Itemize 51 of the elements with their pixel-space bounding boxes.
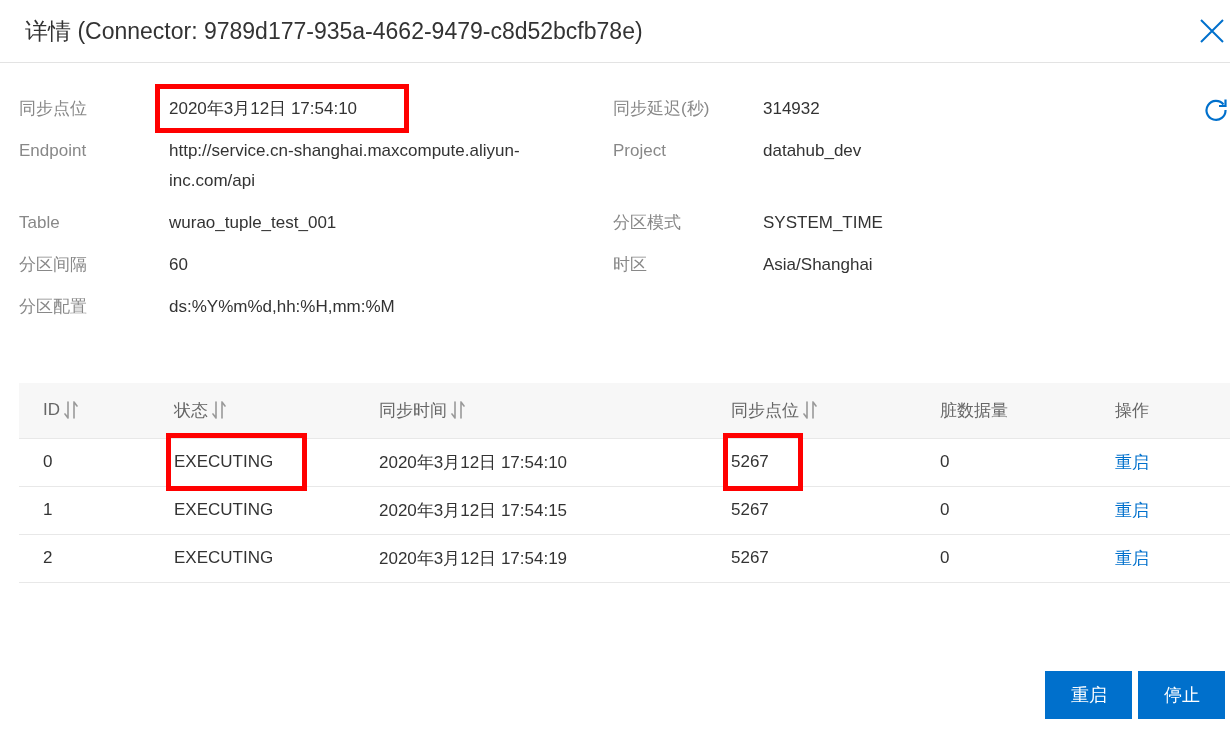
table-cell: 2: [43, 548, 53, 567]
field-value: 314932: [763, 99, 820, 118]
field-value: Asia/Shanghai: [763, 255, 873, 274]
field-label: Project: [613, 140, 667, 162]
field-value: wurao_tuple_test_001: [169, 213, 337, 232]
table-cell: 5267: [731, 548, 769, 567]
table-cell: EXECUTING: [174, 452, 274, 471]
table-cell: 2020年3月12日 17:54:15: [379, 500, 568, 520]
dialog-title: 详情 (Connector: 9789d177-935a-4662-9479-c8d52bcfb78e): [25, 16, 643, 46]
field-value: 60: [169, 255, 188, 274]
footer-button[interactable]: 停止: [1138, 671, 1225, 719]
field-label: Endpoint: [19, 140, 88, 162]
sort-arrows-icon[interactable]: [212, 401, 226, 420]
table-cell: 2020年3月12日 17:54:10: [379, 452, 568, 472]
restart-link[interactable]: 重启: [1115, 548, 1149, 568]
table-cell: 1: [43, 500, 53, 519]
field-label: 同步延迟(秒): [613, 98, 711, 120]
table-cell: EXECUTING: [174, 548, 274, 567]
table-cell: 5267: [731, 452, 769, 471]
field-value: 2020年3月12日 17:54:10: [169, 99, 358, 118]
table-cell: 2020年3月12日 17:54:19: [379, 548, 568, 568]
footer-button[interactable]: 重启: [1045, 671, 1132, 719]
field-label: 分区配置: [19, 296, 88, 318]
field-label: 同步点位: [19, 98, 88, 120]
field-value: http://service.cn-shanghai.maxcompute.aliyun-inc.com/api: [169, 141, 520, 190]
field-label: Table: [19, 212, 61, 234]
sort-arrows-icon[interactable]: [64, 401, 78, 420]
table-cell: 5267: [731, 500, 769, 519]
column-header: ID: [43, 400, 60, 421]
field-value: SYSTEM_TIME: [763, 213, 883, 232]
column-header: 状态: [174, 399, 208, 422]
sort-arrows-icon[interactable]: [803, 401, 817, 420]
table-cell: 0: [940, 500, 950, 519]
table-cell: 0: [940, 452, 950, 471]
column-header: 操作: [1115, 399, 1149, 422]
column-header: 同步时间: [379, 399, 447, 422]
column-header: 同步点位: [731, 399, 799, 422]
field-label: 时区: [613, 254, 648, 276]
field-value: ds:%Y%m%d,hh:%H,mm:%M: [169, 297, 395, 316]
refresh-icon[interactable]: [1204, 98, 1228, 122]
restart-link[interactable]: 重启: [1115, 452, 1149, 472]
field-label: 分区模式: [613, 212, 682, 234]
column-header: 脏数据量: [940, 399, 1008, 422]
sort-arrows-icon[interactable]: [451, 401, 465, 420]
restart-link[interactable]: 重启: [1115, 500, 1149, 520]
field-value: datahub_dev: [763, 141, 862, 160]
table-cell: EXECUTING: [174, 500, 274, 519]
close-icon[interactable]: [1200, 19, 1224, 43]
table-cell: 0: [43, 452, 53, 471]
field-label: 分区间隔: [19, 254, 88, 276]
table-cell: 0: [940, 548, 950, 567]
